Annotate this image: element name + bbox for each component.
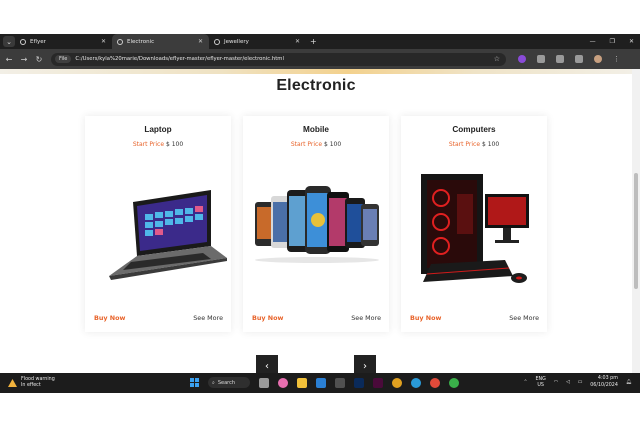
close-icon[interactable]: ✕ bbox=[101, 38, 106, 45]
buy-now-link[interactable]: Buy Now bbox=[252, 314, 283, 322]
card-title: Computers bbox=[452, 125, 496, 134]
taskbar-apps: ⌕ Search bbox=[190, 377, 459, 388]
address-bar[interactable]: File C:/Users/kyla%20marie/Downloads/efl… bbox=[51, 52, 506, 66]
close-window-icon[interactable]: ✕ bbox=[629, 38, 634, 45]
scrollbar-thumb[interactable] bbox=[634, 173, 638, 289]
new-tab-icon[interactable]: + bbox=[310, 37, 317, 46]
next-arrow-button[interactable]: › bbox=[354, 355, 376, 373]
tab-search-icon[interactable]: ⌄ bbox=[3, 36, 15, 47]
reload-icon[interactable]: ↻ bbox=[33, 55, 45, 64]
tab-label: Jewellery bbox=[224, 38, 249, 45]
prev-arrow-button[interactable]: ‹ bbox=[256, 355, 278, 373]
chevron-up-icon[interactable]: ⌃ bbox=[523, 380, 527, 385]
extensions-puzzle-icon[interactable] bbox=[537, 55, 545, 63]
minimize-icon[interactable]: — bbox=[590, 38, 596, 45]
globe-icon bbox=[117, 38, 123, 45]
file-chip[interactable]: File bbox=[55, 55, 72, 63]
chrome-profile-icon[interactable] bbox=[430, 377, 440, 388]
page-title: Electronic bbox=[276, 77, 356, 94]
price-label: Start Price bbox=[132, 141, 165, 148]
system-tray: ⌃ ENG US ◠ ◁ ▭ 4:03 pm 06/10/2024 🔔︎ bbox=[523, 376, 632, 389]
window-controls: — ❐ ✕ bbox=[590, 34, 634, 49]
browser-tab-bar: ⌄ Eflyer ✕ Electronic ✕ Jewellery ✕ + — … bbox=[0, 34, 640, 49]
photoshop-icon[interactable] bbox=[354, 377, 364, 388]
search-label: Search bbox=[217, 379, 235, 386]
indesign-icon[interactable] bbox=[373, 377, 383, 388]
extension-icon[interactable] bbox=[518, 55, 526, 63]
globe-icon bbox=[214, 38, 220, 45]
card-price: Start Price $ 100 bbox=[85, 141, 231, 148]
product-card-computers: Computers Start Price $ 100 Buy Now See … bbox=[401, 116, 547, 332]
hero-banner-edge bbox=[0, 69, 632, 74]
windows-start-icon[interactable] bbox=[190, 378, 199, 387]
download-icon[interactable] bbox=[575, 55, 583, 63]
product-card-mobile: Mobile Start Price $ 100 Buy Now See Mor… bbox=[243, 116, 389, 332]
notification-bell-icon[interactable]: 🔔︎ bbox=[626, 380, 632, 385]
laptop-image bbox=[109, 190, 227, 280]
maximize-icon[interactable]: ❐ bbox=[610, 38, 615, 45]
task-view-icon[interactable] bbox=[259, 377, 269, 388]
page-viewport: Electronic Laptop Start Price $ 100 Buy … bbox=[0, 69, 632, 373]
buy-now-link[interactable]: Buy Now bbox=[410, 314, 441, 322]
edge-icon[interactable] bbox=[411, 377, 421, 388]
card-price: Start Price $ 100 bbox=[401, 141, 547, 148]
back-icon[interactable]: ← bbox=[3, 55, 15, 64]
screen: ⌄ Eflyer ✕ Electronic ✕ Jewellery ✕ + — … bbox=[0, 0, 640, 427]
battery-icon[interactable]: ▭ bbox=[578, 380, 583, 385]
below-taskbar-area bbox=[0, 393, 640, 427]
media-icon[interactable] bbox=[556, 55, 564, 63]
app-icon[interactable] bbox=[335, 377, 345, 388]
mobile-phones-image bbox=[255, 186, 379, 263]
weather-widget[interactable]: Flood warning In effect bbox=[8, 377, 55, 389]
buy-now-link[interactable]: Buy Now bbox=[94, 314, 125, 322]
gaming-computer-image bbox=[421, 174, 529, 283]
see-more-link[interactable]: See More bbox=[509, 314, 539, 322]
lang-bottom: US bbox=[537, 382, 544, 388]
close-icon[interactable]: ✕ bbox=[198, 38, 203, 45]
chrome-icon[interactable] bbox=[392, 377, 402, 388]
price-value: $ 100 bbox=[165, 141, 184, 148]
card-price: Start Price $ 100 bbox=[243, 141, 389, 148]
language-indicator[interactable]: ENG US bbox=[535, 377, 545, 389]
windows-taskbar: Flood warning In effect ⌕ Search ⌃ ENG U… bbox=[0, 373, 640, 393]
tab-label: Eflyer bbox=[30, 38, 46, 45]
profile-avatar-icon[interactable] bbox=[594, 55, 602, 63]
card-title: Laptop bbox=[144, 125, 172, 134]
lang-top: ENG bbox=[535, 376, 546, 382]
wifi-icon[interactable]: ◠ bbox=[554, 380, 558, 385]
clock-date: 06/10/2024 bbox=[590, 382, 618, 388]
toolbar-icons: ⋮ bbox=[518, 55, 620, 63]
product-card-laptop: Laptop Start Price $ 100 Buy Now See Mor… bbox=[85, 116, 231, 332]
browser-toolbar: ← → ↻ File C:/Users/kyla%20marie/Downloa… bbox=[0, 49, 640, 69]
menu-dots-icon[interactable]: ⋮ bbox=[613, 55, 620, 63]
url-text: C:/Users/kyla%20marie/Downloads/eflyer-m… bbox=[75, 56, 284, 62]
warning-icon bbox=[8, 379, 17, 387]
price-value: $ 100 bbox=[323, 141, 342, 148]
tab-electronic[interactable]: Electronic ✕ bbox=[112, 34, 209, 49]
price-label: Start Price bbox=[448, 141, 481, 148]
price-label: Start Price bbox=[290, 141, 323, 148]
tab-eflyer[interactable]: Eflyer ✕ bbox=[15, 34, 112, 49]
chrome-alt-icon[interactable] bbox=[449, 377, 459, 388]
see-more-link[interactable]: See More bbox=[193, 314, 223, 322]
taskbar-search[interactable]: ⌕ Search bbox=[208, 377, 250, 388]
page-scrollbar[interactable] bbox=[632, 69, 640, 373]
copilot-icon[interactable] bbox=[278, 377, 288, 388]
tab-label: Electronic bbox=[127, 38, 155, 45]
file-explorer-icon[interactable] bbox=[297, 377, 307, 388]
card-title: Mobile bbox=[303, 125, 329, 134]
clock[interactable]: 4:03 pm 06/10/2024 bbox=[590, 376, 618, 389]
volume-icon[interactable]: ◁ bbox=[566, 380, 570, 385]
see-more-link[interactable]: See More bbox=[351, 314, 381, 322]
search-icon: ⌕ bbox=[212, 379, 215, 386]
price-value: $ 100 bbox=[481, 141, 500, 148]
vscode-icon[interactable] bbox=[316, 377, 326, 388]
tab-jewellery[interactable]: Jewellery ✕ bbox=[209, 34, 306, 49]
globe-icon bbox=[20, 38, 26, 45]
bookmark-star-icon[interactable]: ☆ bbox=[494, 55, 500, 63]
forward-icon[interactable]: → bbox=[18, 55, 30, 64]
close-icon[interactable]: ✕ bbox=[295, 38, 300, 45]
weather-subtitle: In effect bbox=[21, 383, 41, 388]
